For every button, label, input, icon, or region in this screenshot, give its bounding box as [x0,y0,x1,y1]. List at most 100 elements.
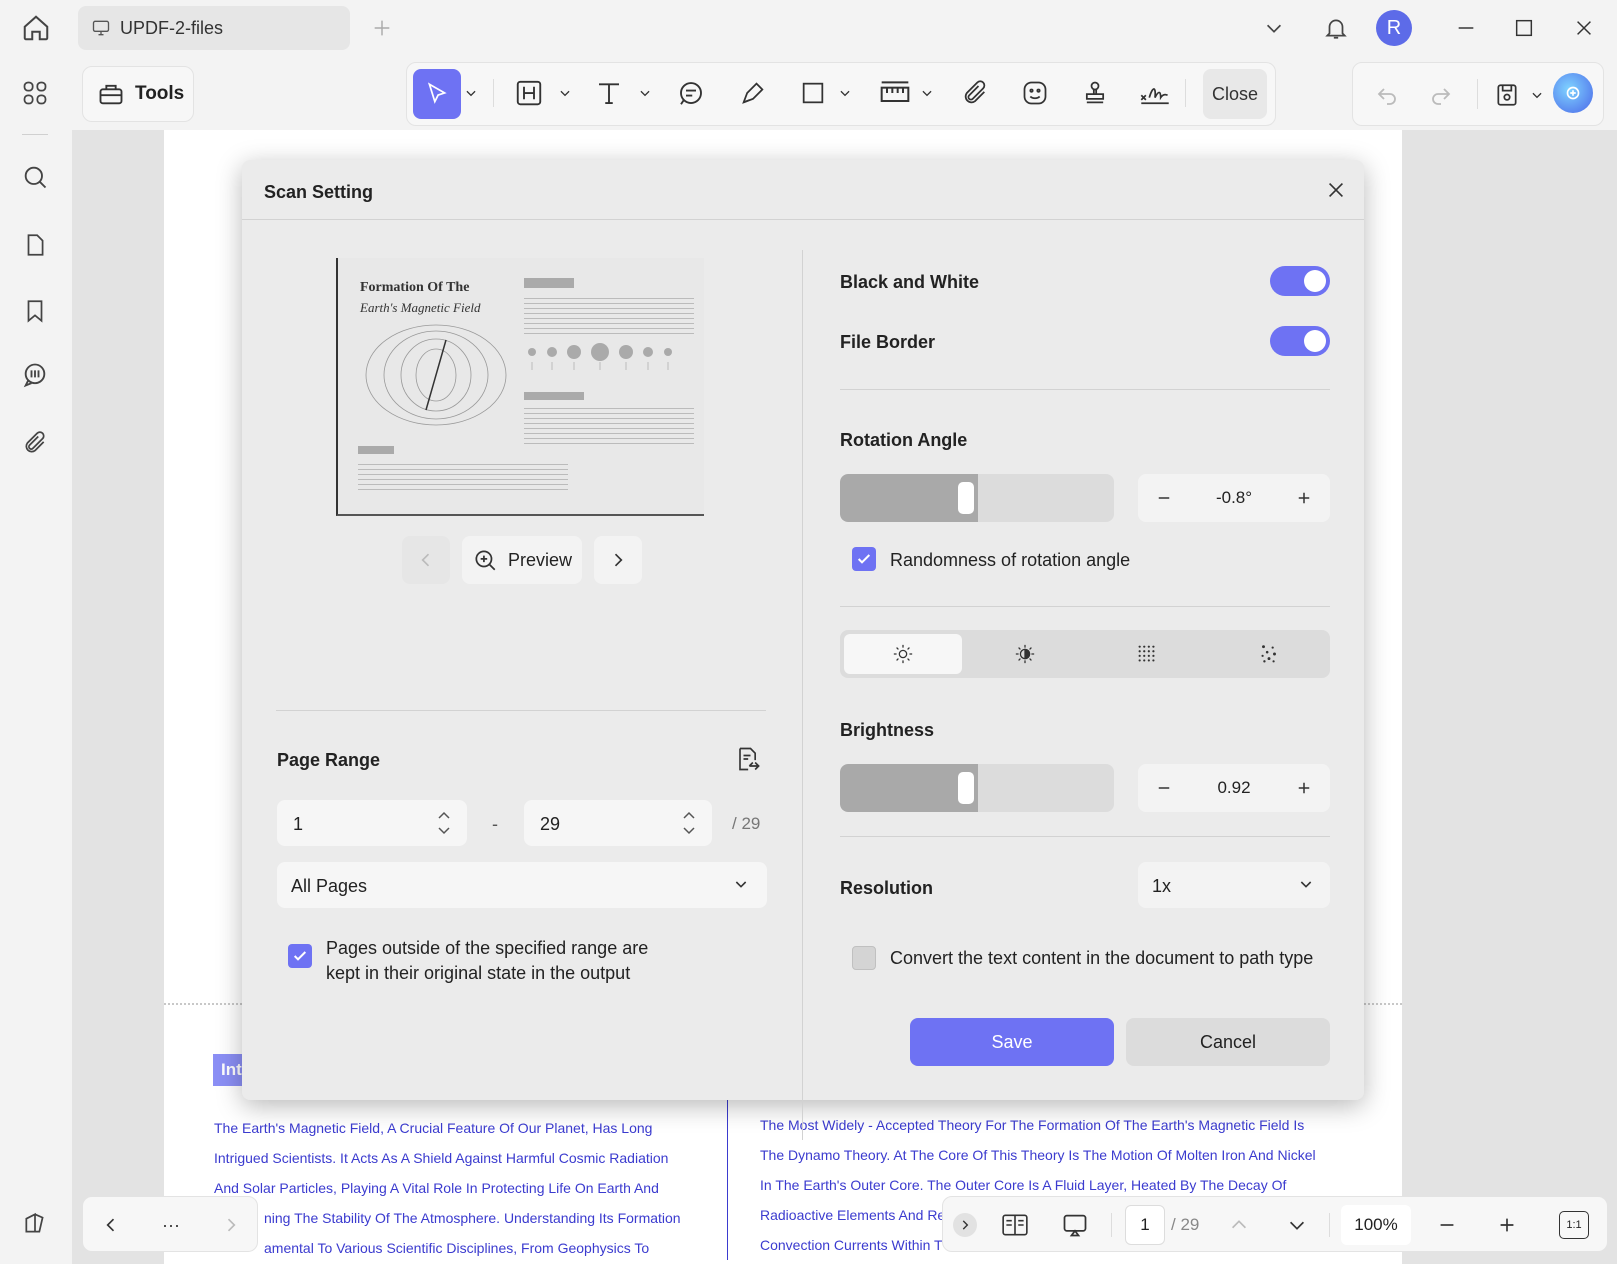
toolbar-separator [493,79,494,107]
tools-button[interactable]: Tools [82,66,194,122]
doc-line: The Earth's Magnetic Field, A Crucial Fe… [214,1120,653,1136]
ai-assistant-icon[interactable] [1553,73,1593,113]
collapse-icon[interactable] [953,1213,977,1237]
home-icon[interactable] [14,6,58,50]
plus-icon[interactable] [1288,482,1320,514]
avatar[interactable]: R [1376,10,1412,46]
new-tab-icon[interactable] [366,12,398,44]
signature-icon[interactable] [1133,71,1177,115]
attach-file-icon[interactable] [953,71,997,115]
cancel-button[interactable]: Cancel [1126,1018,1330,1066]
chevron-down-icon[interactable] [919,83,935,103]
convert-text-label: Convert the text content in the document… [890,948,1314,968]
keep-outside-label-line: kept in their original state in the outp… [326,963,631,983]
page-subset-select[interactable]: All Pages [277,862,767,908]
tab-brightness[interactable] [844,634,962,674]
chevron-down-icon[interactable] [1529,85,1545,105]
preview-button[interactable]: Preview [462,536,582,584]
previous-page-button[interactable] [402,536,450,584]
convert-text-checkbox[interactable] [852,946,876,970]
page-to-value: 29 [540,814,561,834]
shape-tool-icon[interactable] [791,71,835,115]
chevron-down-icon[interactable] [557,83,573,103]
brightness-slider[interactable] [840,764,1114,812]
tab-noise[interactable] [1088,634,1206,674]
stepper-arrows-icon[interactable] [682,808,696,838]
sticker-icon[interactable] [1013,71,1057,115]
brightness-slider-thumb[interactable] [958,772,974,804]
page-to-input[interactable]: 29 [524,800,712,846]
file-border-label: File Border [840,332,936,352]
page-up-icon[interactable] [1221,1207,1257,1243]
doc-line: The Most Widely - Accepted Theory For Th… [760,1117,1305,1133]
brightness-value[interactable]: 0.92 [1188,764,1280,812]
comment-icon[interactable] [12,352,58,398]
bookmark-icon[interactable] [12,288,58,334]
zoom-out-icon[interactable] [1429,1207,1465,1243]
stamp-icon[interactable] [1073,71,1117,115]
tab-dots[interactable] [1210,634,1328,674]
more-button[interactable]: ··· [151,1207,191,1243]
text-tool-icon[interactable] [587,71,631,115]
rotation-value[interactable]: -0.8° [1188,474,1280,522]
page-thumbnail-icon[interactable] [12,222,58,268]
highlight-tool-icon[interactable] [507,71,551,115]
maximize-icon[interactable] [1504,10,1544,46]
preview-text-lines [524,294,694,334]
close-icon[interactable] [1318,172,1354,208]
page-down-icon[interactable] [1279,1207,1315,1243]
minimize-icon[interactable] [1446,10,1486,46]
comment-bubble-icon[interactable] [669,71,713,115]
zoom-in-icon[interactable] [1489,1207,1525,1243]
theme-icon[interactable] [12,1200,58,1246]
attachment-icon[interactable] [12,420,58,466]
black-white-toggle[interactable] [1270,266,1330,296]
save-button[interactable]: Save [910,1018,1114,1066]
presentation-icon[interactable] [1055,1205,1095,1245]
chevron-right-icon[interactable] [213,1207,249,1243]
minus-icon[interactable] [1148,482,1180,514]
document-tab[interactable]: UPDF-2-files [78,6,350,50]
range-dash: - [492,814,498,834]
range-total: / 29 [732,814,761,833]
page-layout-icon[interactable] [995,1205,1035,1245]
apps-grid-icon[interactable] [12,70,58,116]
minus-icon[interactable] [1148,772,1180,804]
keep-outside-checkbox[interactable] [288,944,312,968]
actual-size-button[interactable]: 1:1 [1559,1211,1589,1239]
page-from-input[interactable]: 1 [277,800,467,846]
chevron-down-icon[interactable] [1256,10,1292,46]
tab-contrast[interactable] [966,634,1084,674]
select-tool-button[interactable] [413,69,461,119]
undo-icon[interactable] [1365,73,1409,117]
stepper-arrows-icon[interactable] [437,808,451,838]
chevron-down-icon[interactable] [463,83,479,103]
current-page-input[interactable]: 1 [1125,1205,1165,1245]
close-window-icon[interactable] [1564,10,1604,46]
rotation-slider[interactable] [840,474,1114,522]
section-divider [276,710,766,711]
keep-outside-label: Pages outside of the specified range are… [326,936,648,986]
resolution-select[interactable]: 1x [1138,862,1330,908]
measure-tool-icon[interactable] [873,71,917,115]
page-from-value: 1 [293,814,304,834]
chevron-down-icon[interactable] [637,83,653,103]
title-bar: UPDF-2-files R [0,0,1617,56]
bell-icon[interactable] [1316,8,1356,48]
chevron-down-icon[interactable] [837,83,853,103]
chevron-left-icon[interactable] [93,1207,129,1243]
randomness-checkbox[interactable] [852,547,876,571]
close-toolbar-button[interactable]: Close [1203,69,1267,119]
save-file-icon[interactable] [1485,73,1529,117]
rotation-slider-thumb[interactable] [958,482,974,514]
search-icon[interactable] [12,154,58,200]
page-swap-icon[interactable] [728,740,766,778]
redo-icon[interactable] [1419,73,1463,117]
toolbar-separator [1329,1213,1330,1237]
next-page-button[interactable] [594,536,642,584]
resolution-label: Resolution [840,878,933,898]
pen-tool-icon[interactable] [731,71,775,115]
file-border-toggle[interactable] [1270,326,1330,356]
plus-icon[interactable] [1288,772,1320,804]
zoom-level[interactable]: 100% [1341,1205,1411,1245]
